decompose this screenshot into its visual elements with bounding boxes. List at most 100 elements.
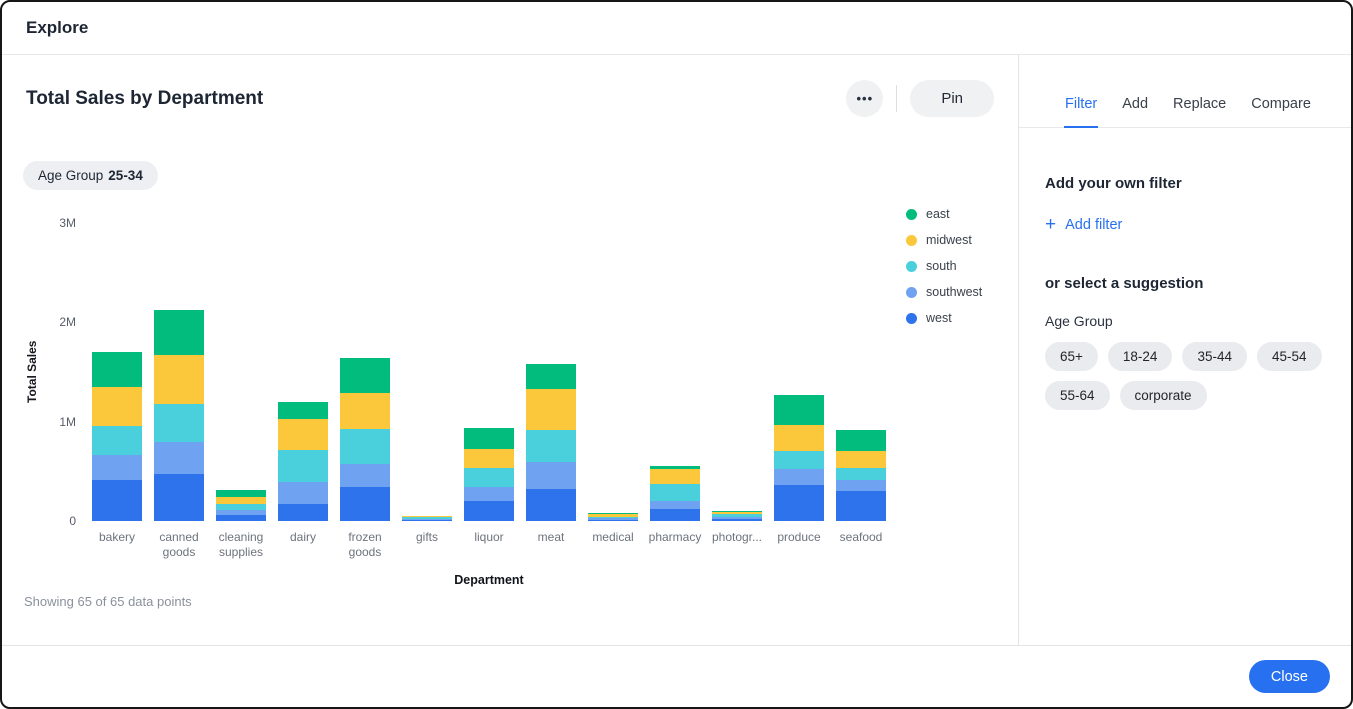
bar-segment-east[interactable] — [216, 490, 266, 497]
bar-segment-midwest[interactable] — [154, 355, 204, 404]
suggestion-chip-35-44[interactable]: 35-44 — [1182, 342, 1247, 371]
legend-item-south[interactable]: south — [906, 259, 982, 273]
bar-segment-west[interactable] — [774, 485, 824, 521]
x-tick-label: gifts — [396, 530, 458, 560]
legend-item-east[interactable]: east — [906, 207, 982, 221]
tab-replace[interactable]: Replace — [1172, 96, 1227, 128]
close-button[interactable]: Close — [1249, 660, 1330, 693]
bar-segment-midwest[interactable] — [340, 393, 390, 429]
stacked-bar[interactable] — [712, 511, 762, 521]
bar-segment-east[interactable] — [340, 358, 390, 393]
bar-segment-west[interactable] — [836, 491, 886, 521]
suggestion-chip-corporate[interactable]: corporate — [1120, 381, 1207, 410]
bar-photogr-[interactable] — [706, 223, 768, 521]
filter-chip-value: 25-34 — [108, 168, 143, 183]
stacked-bar[interactable] — [588, 513, 638, 521]
stacked-bar[interactable] — [92, 352, 142, 521]
stacked-bar[interactable] — [464, 428, 514, 521]
bar-segment-midwest[interactable] — [216, 497, 266, 504]
bar-segment-south[interactable] — [92, 426, 142, 456]
bar-segment-west[interactable] — [712, 519, 762, 521]
more-options-button[interactable]: ••• — [846, 80, 883, 117]
bar-segment-midwest[interactable] — [92, 387, 142, 426]
bar-segment-west[interactable] — [92, 480, 142, 521]
pin-button[interactable]: Pin — [910, 80, 994, 117]
bar-segment-south[interactable] — [154, 404, 204, 442]
bar-segment-east[interactable] — [154, 310, 204, 355]
bar-segment-west[interactable] — [340, 487, 390, 521]
bar-segment-west[interactable] — [216, 515, 266, 521]
bar-segment-west[interactable] — [464, 501, 514, 521]
suggestion-chip-55-64[interactable]: 55-64 — [1045, 381, 1110, 410]
bar-segment-south[interactable] — [526, 430, 576, 463]
bar-segment-east[interactable] — [774, 395, 824, 425]
tab-filter[interactable]: Filter — [1064, 96, 1098, 128]
bar-segment-west[interactable] — [526, 489, 576, 521]
bar-segment-south[interactable] — [774, 451, 824, 470]
legend-item-southwest[interactable]: southwest — [906, 285, 982, 299]
bar-segment-midwest[interactable] — [278, 419, 328, 450]
bar-segment-east[interactable] — [464, 428, 514, 449]
add-filter-button[interactable]: + Add filter — [1045, 217, 1122, 233]
bar-segment-midwest[interactable] — [774, 425, 824, 451]
bar-segment-south[interactable] — [650, 484, 700, 501]
bar-segment-east[interactable] — [278, 402, 328, 419]
bar-segment-south[interactable] — [340, 429, 390, 465]
bar-bakery[interactable] — [86, 223, 148, 521]
bar-segment-south[interactable] — [278, 450, 328, 483]
bar-seafood[interactable] — [830, 223, 892, 521]
bar-segment-east[interactable] — [92, 352, 142, 387]
applied-filter-chip[interactable]: Age Group 25-34 — [23, 161, 158, 190]
bar-segment-midwest[interactable] — [526, 389, 576, 430]
bar-pharmacy[interactable] — [644, 223, 706, 521]
legend-item-west[interactable]: west — [906, 311, 982, 325]
bar-segment-west[interactable] — [278, 504, 328, 521]
bar-segment-east[interactable] — [526, 364, 576, 389]
bar-segment-southwest[interactable] — [340, 464, 390, 487]
bar-segment-west[interactable] — [650, 509, 700, 521]
bar-segment-southwest[interactable] — [92, 455, 142, 480]
stacked-bar[interactable] — [154, 310, 204, 521]
stacked-bar[interactable] — [216, 490, 266, 521]
tab-add[interactable]: Add — [1121, 96, 1149, 128]
bar-segment-west[interactable] — [154, 474, 204, 521]
bar-segment-southwest[interactable] — [836, 480, 886, 491]
bar-segment-west[interactable] — [588, 520, 638, 521]
suggestion-chip-18-24[interactable]: 18-24 — [1108, 342, 1173, 371]
bar-dairy[interactable] — [272, 223, 334, 521]
bar-canned-goods[interactable] — [148, 223, 210, 521]
bar-segment-southwest[interactable] — [278, 482, 328, 504]
bar-segment-southwest[interactable] — [774, 469, 824, 485]
suggestion-chip-45-54[interactable]: 45-54 — [1257, 342, 1322, 371]
bar-frozen-goods[interactable] — [334, 223, 396, 521]
stacked-bar[interactable] — [278, 402, 328, 521]
legend-item-midwest[interactable]: midwest — [906, 233, 982, 247]
stacked-bar[interactable] — [836, 430, 886, 521]
bar-segment-south[interactable] — [464, 468, 514, 487]
bar-segment-midwest[interactable] — [836, 451, 886, 469]
bar-segment-east[interactable] — [836, 430, 886, 451]
suggestion-chip-65+[interactable]: 65+ — [1045, 342, 1098, 371]
stacked-bar[interactable] — [526, 364, 576, 521]
stacked-bar[interactable] — [402, 516, 452, 521]
tab-compare[interactable]: Compare — [1250, 96, 1312, 128]
bar-segment-midwest[interactable] — [650, 469, 700, 484]
bar-segment-west[interactable] — [402, 520, 452, 521]
bar-segment-south[interactable] — [836, 468, 886, 480]
bar-meat[interactable] — [520, 223, 582, 521]
bar-segment-southwest[interactable] — [154, 442, 204, 475]
bar-segment-southwest[interactable] — [464, 487, 514, 501]
x-tick-label: meat — [520, 530, 582, 560]
bar-cleaning-supplies[interactable] — [210, 223, 272, 521]
bar-segment-midwest[interactable] — [464, 449, 514, 469]
bar-segment-southwest[interactable] — [526, 462, 576, 489]
stacked-bar[interactable] — [774, 395, 824, 521]
bar-medical[interactable] — [582, 223, 644, 521]
bar-liquor[interactable] — [458, 223, 520, 521]
stacked-bar[interactable] — [650, 466, 700, 521]
bar-produce[interactable] — [768, 223, 830, 521]
filter-chip-label: Age Group — [38, 168, 103, 183]
bar-segment-southwest[interactable] — [650, 501, 700, 509]
bar-gifts[interactable] — [396, 223, 458, 521]
stacked-bar[interactable] — [340, 358, 390, 521]
